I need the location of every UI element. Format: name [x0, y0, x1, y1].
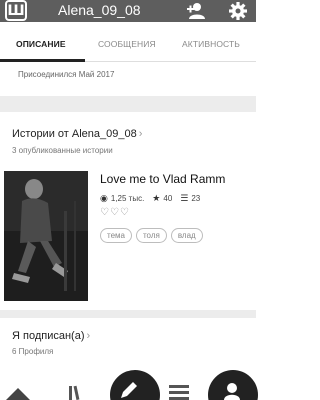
section-divider	[0, 96, 256, 112]
chevron-right-icon: ›	[138, 128, 143, 140]
library-icon[interactable]	[66, 384, 88, 400]
story-reads: 1,25 тыс.	[110, 194, 145, 203]
profile-tabs: ОПИСАНИЕ СООБЩЕНИЯ АКТИВНОСТЬ	[0, 22, 256, 62]
following-count: 6 Профиля	[12, 347, 54, 356]
tab-messages[interactable]: СООБЩЕНИЯ	[98, 39, 156, 49]
section-divider	[0, 310, 256, 318]
bottom-navigation	[0, 370, 256, 400]
stories-count: 3 опубликованные истории	[12, 146, 113, 155]
stories-section-header[interactable]: Истории от Alena_09_08 ›	[12, 128, 142, 140]
tag[interactable]: тема	[100, 228, 132, 243]
add-user-icon[interactable]	[186, 1, 208, 21]
tag[interactable]: влад	[170, 228, 203, 243]
page-title: Alena_09_08	[58, 2, 141, 18]
story-parts: 23	[191, 194, 201, 203]
app-bar: Ш Alena_09_08	[0, 0, 256, 22]
cover-image	[4, 171, 88, 301]
eye-icon: ◉	[100, 193, 108, 203]
story-stats: ◉ 1,25 тыс. ★ 40 ☰ 23	[100, 193, 200, 204]
active-tab-indicator	[0, 59, 85, 62]
story-title[interactable]: Love me to Vlad Ramm	[100, 172, 225, 186]
stories-section-title: Истории от Alena_09_08	[12, 128, 137, 140]
joined-date: Присоединился Май 2017	[18, 70, 115, 79]
gear-icon[interactable]	[227, 1, 249, 21]
tag[interactable]: толя	[135, 228, 167, 243]
story-tags: тема толя влад	[100, 228, 203, 243]
tab-activity[interactable]: АКТИВНОСТЬ	[182, 39, 240, 49]
star-icon: ★	[152, 193, 161, 203]
story-hearts: ♡♡♡	[100, 207, 130, 218]
following-section-title: Я подписан(а)	[12, 330, 85, 342]
logo-icon[interactable]: Ш	[5, 0, 27, 21]
story-votes: 40	[163, 194, 173, 203]
chevron-right-icon: ›	[86, 330, 91, 342]
following-section-header[interactable]: Я подписан(а) ›	[12, 330, 90, 342]
home-icon[interactable]	[4, 384, 32, 400]
list-icon: ☰	[180, 193, 189, 203]
list-icon[interactable]	[168, 383, 190, 400]
profile-icon[interactable]	[222, 382, 242, 400]
tab-description[interactable]: ОПИСАНИЕ	[16, 39, 66, 49]
story-cover[interactable]	[4, 171, 88, 301]
write-icon[interactable]	[117, 382, 139, 400]
